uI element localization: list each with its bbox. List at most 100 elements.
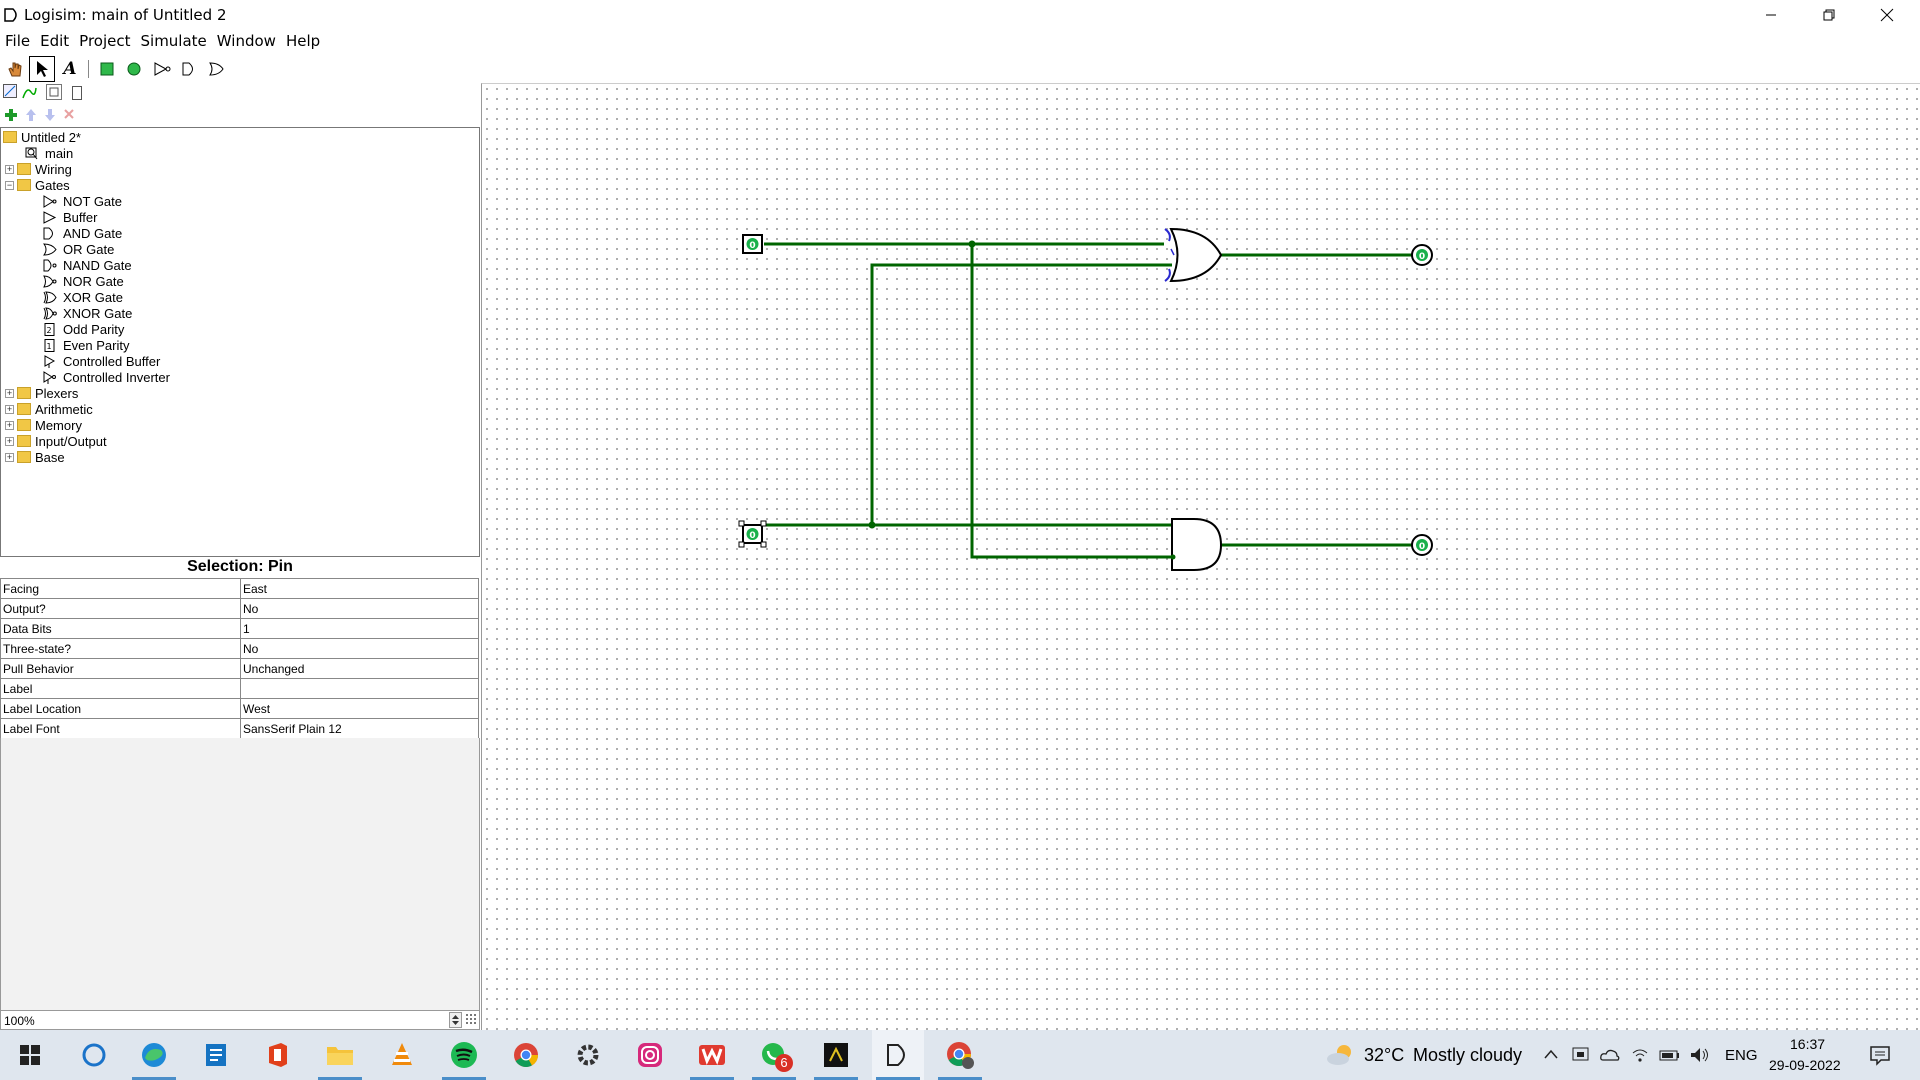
start-button[interactable] [4,1030,56,1080]
weather-widget[interactable] [1324,1042,1358,1068]
tree-library-memory[interactable]: + Memory [5,417,82,433]
tree-library-plexers[interactable]: + Plexers [5,385,78,401]
attribute-value[interactable]: East [240,578,479,599]
weather-description[interactable]: Mostly cloudy [1413,1045,1522,1066]
layout-edit-button[interactable] [46,84,62,100]
grid-toggle[interactable] [465,1013,479,1027]
expand-icon[interactable]: + [5,436,14,446]
attribute-value[interactable]: 1 [240,618,479,639]
tree-item-or-gate[interactable]: OR Gate [43,241,114,257]
expand-icon[interactable]: + [5,164,14,174]
attribute-row[interactable]: Facing East [0,578,479,599]
delete-circuit-button[interactable] [63,108,75,122]
attribute-row[interactable]: Pull Behavior Unchanged [0,658,479,679]
menu-window[interactable]: Window [212,32,281,50]
action-center-button[interactable] [1868,1043,1892,1067]
poke-tool-button[interactable] [2,56,28,82]
tree-library-input-output[interactable]: + Input/Output [5,433,107,449]
tree-item-buffer[interactable]: Buffer [43,209,97,225]
show-hidden-icons[interactable] [1543,1047,1559,1063]
menu-help[interactable]: Help [281,32,325,50]
minimize-button[interactable] [1742,0,1800,30]
circuit-canvas[interactable]: 0 0 0 0 [481,83,1920,1030]
close-button[interactable] [1858,0,1916,30]
toolbox-view-button[interactable] [3,84,17,98]
tree-item-and-gate[interactable]: AND Gate [43,225,122,241]
zoom-value[interactable]: 100% [4,1014,35,1028]
tree-item-xor-gate[interactable]: XOR Gate [43,289,123,305]
taskbar-logisim[interactable] [872,1030,924,1080]
taskbar-instagram[interactable] [624,1030,676,1080]
attribute-value[interactable] [240,678,479,699]
tree-project[interactable]: Untitled 2* [3,129,81,145]
expand-icon[interactable]: + [5,420,14,430]
collapse-icon[interactable]: − [5,180,14,190]
output-pin-carry[interactable]: 0 [1411,534,1433,556]
cortana-button[interactable] [68,1030,120,1080]
attribute-row[interactable]: Output? No [0,598,479,619]
tree-library-gates[interactable]: − Gates [5,177,70,193]
taskbar-file-manager[interactable] [190,1030,242,1080]
move-down-button[interactable] [44,108,56,122]
menu-project[interactable]: Project [74,32,135,50]
tree-item-xnor-gate[interactable]: XNOR Gate [43,305,132,321]
add-circuit-button[interactable] [4,108,18,122]
taskbar-edge[interactable] [128,1030,180,1080]
taskbar-settings[interactable] [562,1030,614,1080]
taskbar-vlc[interactable] [376,1030,428,1080]
expand-icon[interactable]: + [5,452,14,462]
attribute-row[interactable]: Label Font SansSerif Plain 12 [0,718,479,739]
battery-tray[interactable] [1658,1045,1682,1065]
wire-b-to-or[interactable] [870,263,1172,525]
tree-library-base[interactable]: + Base [5,449,65,465]
onedrive-tray[interactable] [1599,1045,1621,1065]
tree-item-controlled-buffer[interactable]: Controlled Buffer [43,353,160,369]
menu-edit[interactable]: Edit [35,32,74,50]
taskbar-dark-app[interactable] [810,1030,862,1080]
tree-item-controlled-inverter[interactable]: Controlled Inverter [43,369,170,385]
add-and-gate-button[interactable] [176,56,202,82]
tree-library-arithmetic[interactable]: + Arithmetic [5,401,93,417]
wires[interactable] [764,242,1425,559]
taskbar-wps[interactable] [686,1030,738,1080]
zoom-spinner[interactable] [449,1012,462,1028]
attribute-value[interactable]: No [240,598,479,619]
restore-button[interactable] [1800,0,1858,30]
network-tray[interactable] [1630,1045,1650,1065]
volume-tray[interactable] [1689,1045,1711,1065]
tree-library-wiring[interactable]: + Wiring [5,161,72,177]
taskbar-office[interactable] [252,1030,304,1080]
taskbar-chrome-profile[interactable] [934,1030,986,1080]
input-pin-a[interactable]: 0 [742,234,763,254]
menu-file[interactable]: File [0,32,35,50]
attribute-row[interactable]: Label [0,678,479,699]
add-input-pin-button[interactable] [94,56,120,82]
tree-item-nor-gate[interactable]: NOR Gate [43,273,124,289]
attribute-value[interactable]: No [240,638,479,659]
clock-date[interactable]: 29-09-2022 [1769,1057,1841,1073]
move-up-button[interactable] [25,108,37,122]
taskbar-whatsapp[interactable]: 6 [748,1030,800,1080]
tree-item-odd-parity[interactable]: 2 Odd Parity [43,321,124,337]
expand-icon[interactable]: + [5,404,14,414]
taskbar-chrome[interactable] [500,1030,552,1080]
attribute-value[interactable]: SansSerif Plain 12 [240,718,479,739]
and-gate[interactable] [1170,518,1223,571]
clock-time[interactable]: 16:37 [1790,1036,1825,1052]
attribute-row[interactable]: Data Bits 1 [0,618,479,639]
attribute-value[interactable]: Unchanged [240,658,479,679]
text-tool-button[interactable]: A [57,56,83,82]
taskbar-file-explorer[interactable] [314,1030,366,1080]
simulation-tree-button[interactable] [21,84,37,100]
expand-icon[interactable]: + [5,388,14,398]
attribute-row[interactable]: Label Location West [0,698,479,719]
tree-item-not-gate[interactable]: NOT Gate [43,193,122,209]
tree-circuit-main[interactable]: main [25,145,73,161]
tray-app[interactable] [1571,1045,1591,1065]
attribute-value[interactable]: West [240,698,479,719]
appearance-edit-button[interactable] [72,86,82,100]
tree-item-even-parity[interactable]: 1 Even Parity [43,337,129,353]
input-language[interactable]: ENG [1725,1047,1758,1064]
menu-simulate[interactable]: Simulate [136,32,212,50]
add-not-gate-button[interactable] [149,56,175,82]
